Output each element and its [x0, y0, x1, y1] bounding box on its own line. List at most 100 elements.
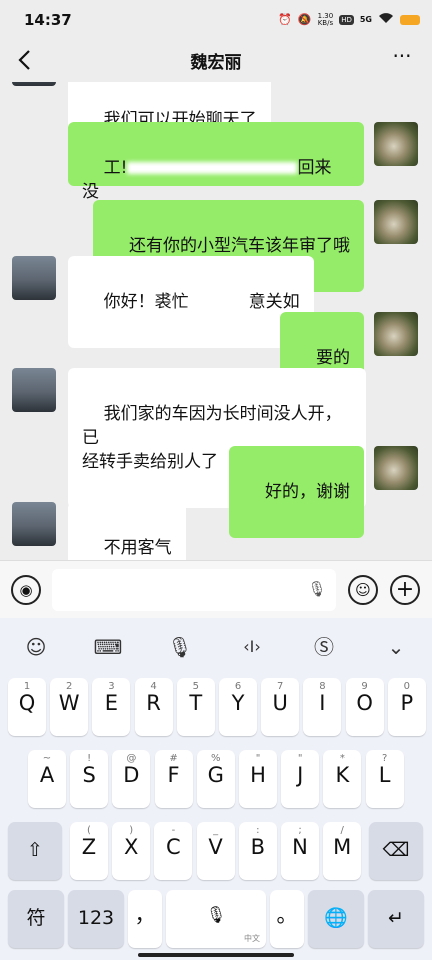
key-label: L [378, 763, 391, 787]
key-label: F [167, 763, 180, 787]
key-i[interactable]: 8I [303, 678, 342, 736]
key-s[interactable]: ! S [70, 750, 109, 808]
key-secondary-label: 3 [108, 681, 115, 692]
mic-icon[interactable]: 🎙 [165, 632, 195, 662]
key-y[interactable]: 6Y [219, 678, 257, 736]
wifi-icon [378, 12, 394, 27]
message-text-part: 回来 [297, 158, 332, 178]
key-secondary-label: _ [213, 825, 219, 836]
self-avatar[interactable] [374, 312, 418, 356]
key-secondary-label: - [171, 825, 176, 836]
redacted-text [127, 162, 298, 174]
key-k[interactable]: * K [323, 750, 362, 808]
chat-area[interactable]: 我们可以开始聊天了 工! 回来没 还有你的小型汽车该年审了哦 你好！裘忙 意关如 要… [0, 82, 432, 560]
key-q[interactable]: 1Q [8, 678, 46, 736]
message-text-part: 你好！裘忙 [103, 292, 189, 312]
key-l[interactable]: ? L [365, 750, 404, 808]
key-label: M [333, 835, 352, 859]
symbol-key[interactable]: 符 [8, 890, 64, 948]
key-v[interactable]: _ V [196, 822, 235, 880]
contact-avatar[interactable] [12, 256, 56, 300]
key-label: O [356, 691, 373, 715]
key-label: K [335, 763, 350, 787]
key-label: S [82, 763, 96, 787]
key-a[interactable]: ~ A [28, 750, 66, 808]
contact-avatar[interactable] [12, 502, 56, 546]
key-t[interactable]: 5T [176, 678, 215, 736]
home-indicator[interactable] [138, 953, 294, 957]
globe-icon: 🌐 [324, 907, 348, 929]
chat-header: 魏宏丽 ··· [0, 40, 432, 82]
smiley-icon[interactable]: ☺ [21, 632, 51, 662]
voice-icon[interactable]: ◉ [11, 575, 41, 605]
key-o[interactable]: 9O [345, 678, 384, 736]
hd-badge: HD [339, 14, 354, 25]
contact-avatar[interactable] [12, 82, 56, 86]
key-secondary-label: " [297, 753, 303, 764]
plus-button[interactable]: + [390, 575, 420, 605]
key-label: G [207, 763, 224, 787]
key-b[interactable]: :B [238, 822, 277, 880]
key-label: Q [18, 691, 36, 715]
key-label: X [123, 835, 139, 859]
signal-label: 5G [359, 15, 372, 24]
key-label: P [400, 691, 414, 715]
message-input[interactable] [52, 569, 336, 611]
key-secondary-label: * [339, 753, 345, 764]
message-bubble[interactable]: 你好！裘忙 意关如 [68, 256, 314, 348]
key-secondary-label: 6 [234, 681, 242, 692]
key-z[interactable]: (Z [70, 822, 108, 880]
key-x[interactable]: ) X [112, 822, 151, 880]
self-avatar[interactable] [374, 122, 418, 166]
key-label: U [272, 691, 288, 715]
shift-key[interactable]: ⇧ [8, 822, 62, 880]
battery-icon [400, 14, 420, 25]
key-secondary-label: 8 [319, 681, 326, 692]
key-secondary-label: ? [381, 753, 388, 764]
key-secondary-label: 5 [192, 681, 199, 692]
sogou-icon[interactable]: Ⓢ [309, 632, 339, 662]
numbers-key[interactable]: 123 [68, 890, 124, 948]
backspace-key[interactable]: ⌫ [369, 822, 423, 880]
enter-key[interactable]: ↵ [368, 890, 424, 948]
key-n[interactable]: ; N [281, 822, 319, 880]
key-label: N [292, 835, 308, 859]
key-secondary-label: ~ [42, 753, 52, 764]
message-text-part: 没 [82, 182, 99, 202]
self-avatar[interactable] [374, 200, 418, 244]
cursor-icon[interactable]: ‹I› [237, 632, 267, 662]
message-text: 好的，谢谢 [265, 482, 350, 502]
message-bubble[interactable]: 不用客气 [68, 502, 186, 560]
keyboard-icon[interactable]: ⌨ [93, 632, 123, 662]
key-e[interactable]: 3E [92, 678, 131, 736]
status-time: 14:37 [24, 11, 72, 29]
period-key[interactable]: 。 [270, 890, 304, 948]
contact-avatar[interactable] [12, 368, 56, 412]
more-button[interactable]: ··· [388, 46, 416, 74]
key-j[interactable]: " J [281, 750, 320, 808]
key-m[interactable]: / M [323, 822, 362, 880]
emoji-icon[interactable]: ☺ [348, 575, 378, 605]
key-u[interactable]: 7U [261, 678, 300, 736]
comma-key[interactable]: ， [128, 890, 162, 948]
key-label: B [250, 835, 265, 859]
message-text-part: 工! [103, 158, 128, 178]
key-c[interactable]: -C [154, 822, 193, 880]
message-bubble[interactable]: 工! 回来没 [68, 122, 364, 202]
key-secondary-label: ! [87, 753, 92, 764]
key-w[interactable]: 2W [50, 678, 89, 736]
key-r[interactable]: 4R [134, 678, 173, 736]
chevron-down-icon[interactable]: ⌄ [381, 632, 411, 662]
enter-icon: ↵ [388, 907, 404, 929]
key-p[interactable]: 0P [387, 678, 426, 736]
key-d[interactable]: @ D [112, 750, 151, 808]
self-avatar[interactable] [374, 446, 418, 490]
globe-key[interactable]: 🌐 [308, 890, 364, 948]
key-secondary-label: @ [126, 753, 137, 764]
message-bubble[interactable]: 好的，谢谢 [229, 446, 364, 538]
key-g[interactable]: % G [196, 750, 235, 808]
space-key[interactable]: 🎙 中文 [166, 890, 266, 948]
key-h[interactable]: " H [239, 750, 277, 808]
mic-icon[interactable]: 🎙 [306, 580, 328, 602]
key-f[interactable]: # F [154, 750, 193, 808]
